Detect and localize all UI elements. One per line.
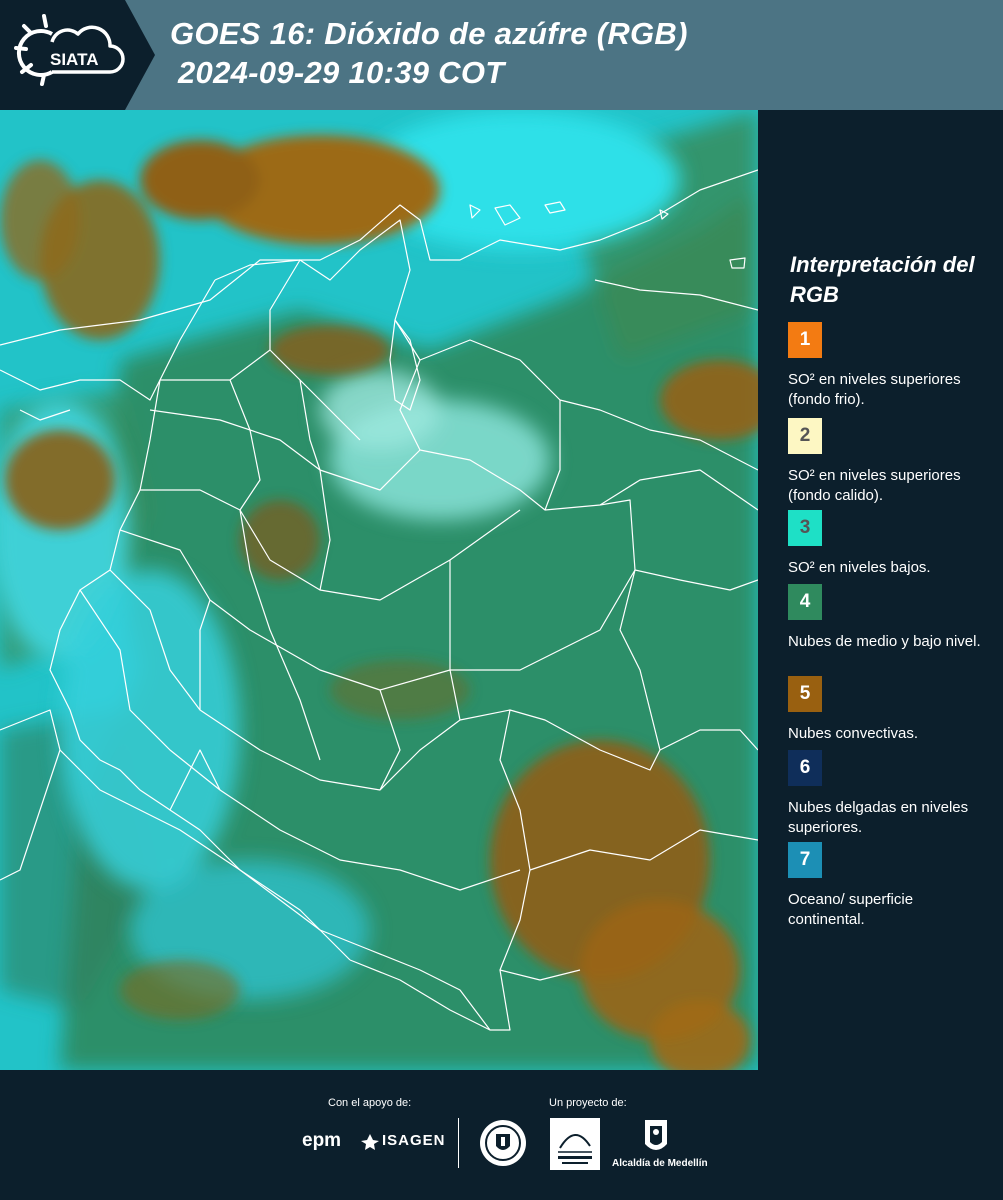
legend-item-4: 4 Nubes de medio y bajo nivel. xyxy=(788,584,988,652)
header-bar: SIATA GOES 16: Dióxido de azúfre (RGB) 2… xyxy=(0,0,1003,110)
legend-label: SO² en niveles superiores (fondo calido)… xyxy=(788,467,961,504)
area-metropolitana-logo xyxy=(550,1118,600,1170)
sun-cloud-icon: SIATA xyxy=(14,14,125,86)
legend-item-3: 3 SO² en niveles bajos. xyxy=(788,510,988,578)
logo-text: SIATA xyxy=(50,50,98,69)
epm-logo: epm xyxy=(302,1130,342,1151)
legend-title: Interpretación del RGB xyxy=(790,252,975,307)
siata-logo: SIATA xyxy=(0,0,155,110)
legend-swatch: 4 xyxy=(788,584,822,620)
legend-item-5: 5 Nubes convectivas. xyxy=(788,676,988,744)
page-title: GOES 16: Dióxido de azúfre (RGB) xyxy=(170,16,688,51)
footer-divider xyxy=(458,1118,459,1168)
alcaldia-caption: Alcaldía de Medellín xyxy=(612,1158,708,1169)
legend-swatch: 5 xyxy=(788,676,822,712)
legend-label: SO² en niveles superiores (fondo frio). xyxy=(788,371,961,408)
legend-label: SO² en niveles bajos. xyxy=(788,559,931,576)
isagen-logo: ISAGEN xyxy=(382,1132,446,1149)
alcaldia-shield-icon xyxy=(645,1120,667,1150)
municipal-seal-icon xyxy=(480,1120,526,1166)
legend-label: Oceano/ superficie continental. xyxy=(788,891,914,928)
legend-item-2: 2 SO² en niveles superiores (fondo calid… xyxy=(788,418,988,506)
legend-panel: Interpretación del RGB 1 SO² en niveles … xyxy=(768,110,998,1070)
project-caption: Un proyecto de: xyxy=(549,1097,627,1109)
legend-label: Nubes de medio y bajo nivel. xyxy=(788,633,981,650)
legend-swatch: 2 xyxy=(788,418,822,454)
legend-swatch: 7 xyxy=(788,842,822,878)
satellite-map[interactable] xyxy=(0,110,758,1070)
isagen-icon xyxy=(361,1134,379,1150)
legend-label: Nubes convectivas. xyxy=(788,725,919,742)
legend-item-7: 7 Oceano/ superficie continental. xyxy=(788,842,988,930)
support-caption: Con el apoyo de: xyxy=(328,1097,412,1109)
footer: Con el apoyo de: Un proyecto de: epm ISA… xyxy=(0,1070,1003,1200)
legend-swatch: 1 xyxy=(788,322,822,358)
legend-item-6: 6 Nubes delgadas en niveles superiores. xyxy=(788,750,988,838)
legend-swatch: 6 xyxy=(788,750,822,786)
legend-label: Nubes delgadas en niveles superiores. xyxy=(788,799,969,836)
satellite-rgb-image xyxy=(0,110,758,1070)
legend-item-1: 1 SO² en niveles superiores (fondo frio)… xyxy=(788,322,988,410)
timestamp: 2024-09-29 10:39 COT xyxy=(178,55,505,90)
legend-swatch: 3 xyxy=(788,510,822,546)
